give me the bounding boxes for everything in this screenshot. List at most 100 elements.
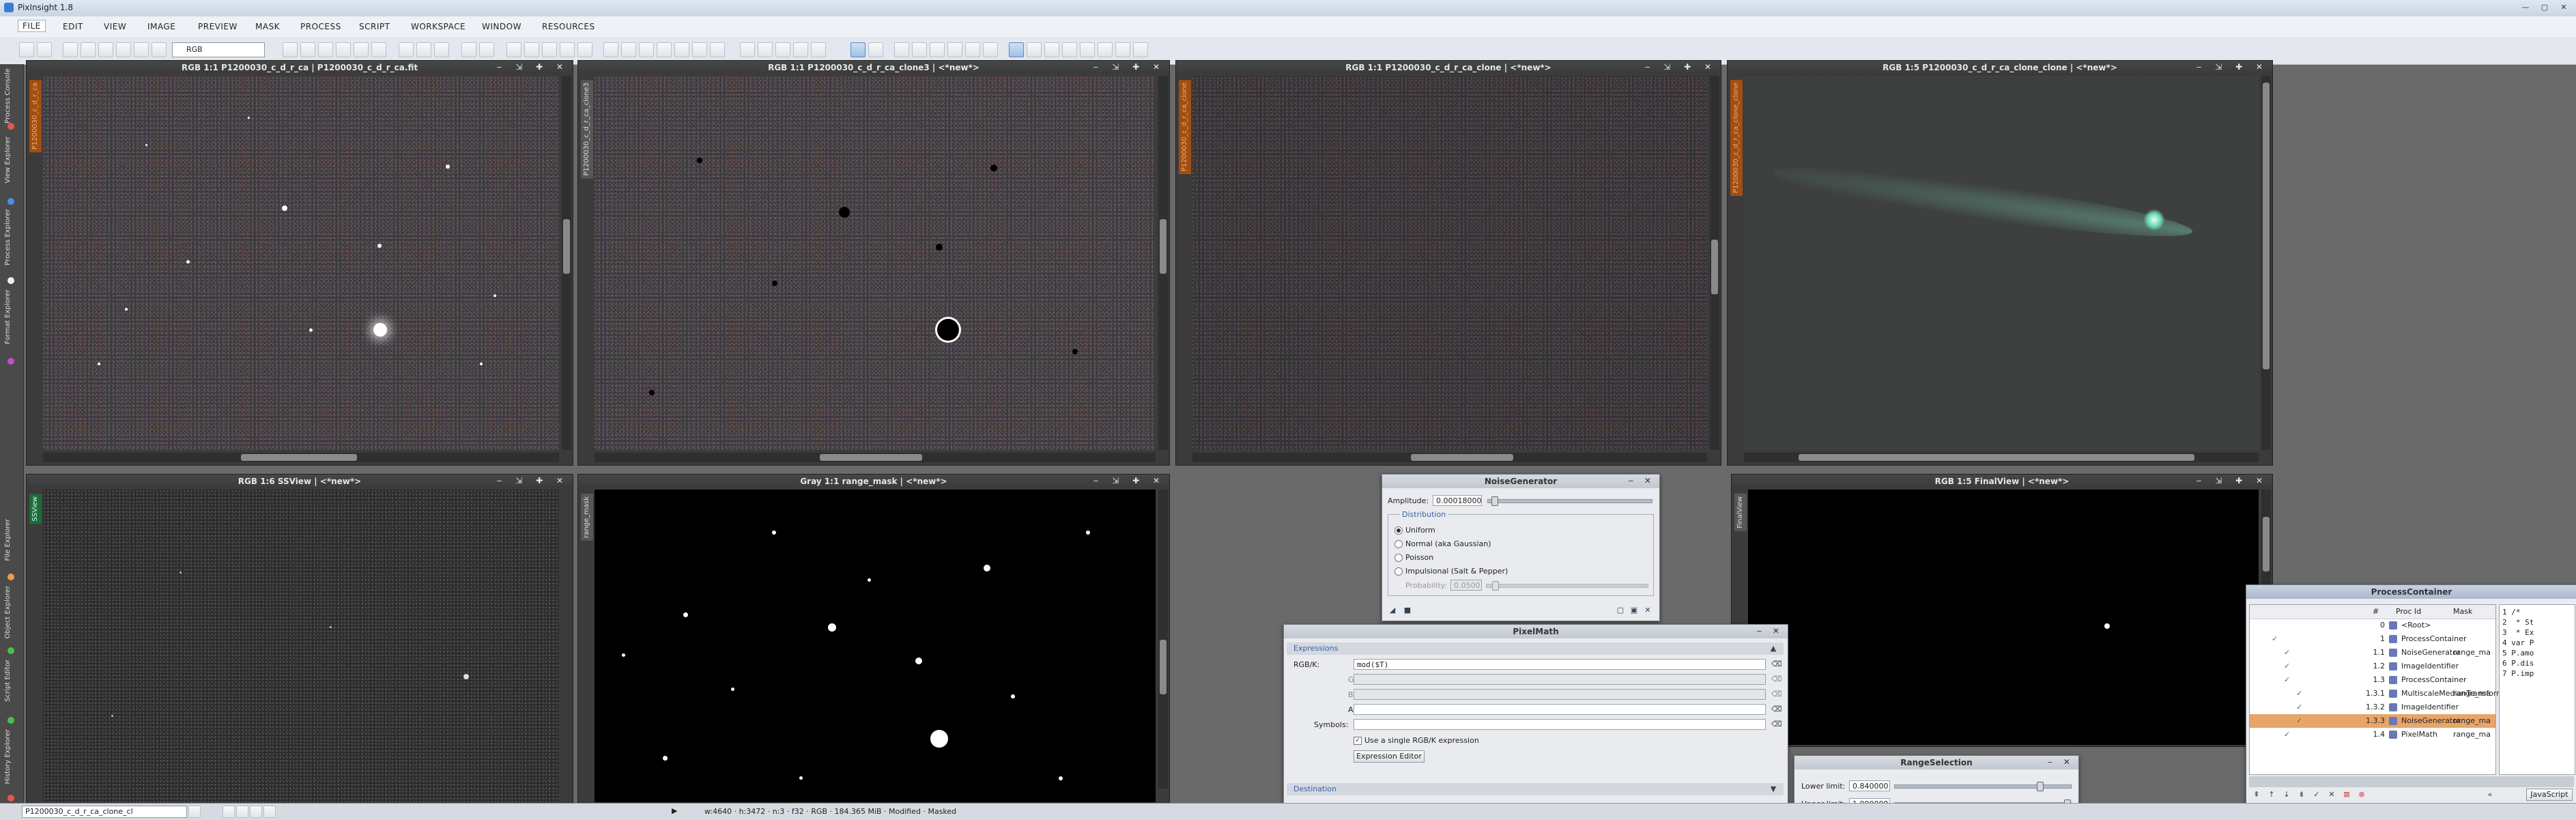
horizontal-scrollbar[interactable] — [1192, 453, 1707, 462]
status-button[interactable] — [188, 806, 201, 818]
view-tab[interactable]: SSView — [29, 494, 42, 524]
toolbar-button[interactable] — [506, 42, 521, 57]
lower-limit-slider[interactable] — [1894, 782, 2072, 791]
zoom-1-1-icon[interactable] — [336, 42, 351, 57]
probability-field[interactable]: 0.0500 — [1450, 580, 1482, 591]
window-controls[interactable]: ‒ ⇲ ✚ ✕ — [497, 476, 569, 485]
tab-process-explorer[interactable]: Process Explorer — [4, 209, 18, 266]
toolbar-button[interactable] — [947, 42, 962, 57]
tree-row[interactable]: ✓ 1.3.3 NoiseGenerator range_ma — [2250, 714, 2495, 728]
new-instance-icon[interactable]: ◢ — [1388, 606, 1397, 615]
preview-icon[interactable]: ▢ — [1616, 606, 1625, 615]
reset-icon[interactable]: ✕ — [1643, 606, 1652, 615]
status-button[interactable] — [250, 806, 262, 818]
view-tab[interactable]: range_mask — [581, 494, 593, 541]
toolbar-button[interactable] — [983, 42, 998, 57]
toolbar-button[interactable] — [1115, 42, 1130, 57]
menu-file[interactable]: FILE — [18, 20, 46, 32]
toolbar-button[interactable] — [1027, 42, 1042, 57]
vertical-scrollbar[interactable] — [2261, 76, 2271, 450]
clear-a-icon[interactable]: ⌫ — [1771, 705, 1782, 714]
toolbar-button[interactable] — [894, 42, 909, 57]
tree-row[interactable]: ✓ 1.1 NoiseGenerator range_ma — [2250, 646, 2495, 660]
undo-icon[interactable] — [19, 42, 34, 57]
image-canvas[interactable] — [1744, 76, 2259, 450]
b-expression-field[interactable] — [1354, 689, 1766, 700]
rgbk-expression-field[interactable]: mod($T) — [1354, 659, 1766, 670]
image-window[interactable]: RGB 1:1 P1200030_c_d_r_ca | P1200030_c_d… — [26, 60, 573, 466]
toolbar-button[interactable] — [116, 42, 131, 57]
toolbar-button[interactable] — [63, 42, 78, 57]
delete-icon[interactable]: ✕ — [2327, 790, 2336, 800]
image-canvas[interactable] — [43, 76, 559, 450]
menu-script[interactable]: SCRIPT — [359, 22, 390, 31]
toolbar-button[interactable] — [1080, 42, 1095, 57]
vertical-scrollbar[interactable] — [1710, 76, 1719, 450]
menu-image[interactable]: IMAGE — [147, 22, 175, 31]
tree-row[interactable]: ✓ 1.4 PixelMath range_ma — [2250, 728, 2495, 741]
enable-icon[interactable]: ✓ — [2312, 790, 2321, 800]
play-icon[interactable]: ▶ — [672, 806, 677, 815]
window-controls[interactable]: ‒ ⇲ ✚ ✕ — [2196, 62, 2268, 72]
vertical-scrollbar[interactable] — [1158, 76, 1168, 450]
enabled-check-icon[interactable]: ✓ — [2272, 632, 2278, 646]
image-canvas[interactable] — [43, 490, 559, 802]
tab-process-console[interactable]: Process Console — [4, 68, 18, 124]
remove-icon[interactable]: ⊗ — [2357, 790, 2366, 800]
tree-row[interactable]: ✓ 1.3 ProcessContainer — [2250, 673, 2495, 687]
vertical-scrollbar[interactable] — [562, 76, 571, 450]
image-canvas[interactable] — [595, 76, 1156, 450]
toolbar-button[interactable] — [758, 42, 773, 57]
toolbar-button[interactable] — [710, 42, 725, 57]
tree-row[interactable]: ✓ 1.3.1 MultiscaleMedianTransform range_ma — [2250, 687, 2504, 701]
image-window[interactable]: RGB 1:6 SSView | <*new*> ‒ ⇲ ✚ ✕ SSView — [26, 474, 573, 804]
down-icon[interactable]: ↓ — [2282, 790, 2291, 800]
amplitude-slider[interactable] — [1487, 496, 1652, 506]
toolbar-button[interactable] — [793, 42, 808, 57]
minimize-button[interactable]: — — [2519, 2, 2532, 13]
channel-select[interactable]: RGB — [172, 42, 265, 57]
poisson-radio[interactable] — [1394, 554, 1403, 562]
menu-preview[interactable]: PREVIEW — [198, 22, 238, 31]
status-button[interactable] — [236, 806, 248, 818]
clear-g-icon[interactable]: ⌫ — [1771, 675, 1782, 684]
toolbar-button[interactable] — [775, 42, 790, 57]
enabled-check-icon[interactable]: ✓ — [2296, 687, 2302, 701]
toolbar-button[interactable] — [577, 42, 592, 57]
toolbar-button[interactable] — [1133, 42, 1148, 57]
amplitude-field[interactable]: 0.00018000 — [1433, 495, 1482, 506]
view-tab[interactable]: FinalView — [1734, 494, 1747, 531]
toolbar-button[interactable] — [479, 42, 494, 57]
g-expression-field[interactable] — [1354, 674, 1766, 685]
move-down-icon[interactable]: ⇟ — [2297, 790, 2306, 800]
view-tab[interactable]: P1200030_c_d_r_ca — [29, 80, 42, 153]
apply-icon[interactable]: ■ — [1403, 606, 1412, 615]
impulsional-radio[interactable] — [1394, 567, 1403, 576]
close-button[interactable]: ✕ — [2557, 2, 2571, 13]
image-canvas[interactable] — [1748, 490, 2259, 745]
a-expression-field[interactable] — [1354, 704, 1766, 715]
move-up-icon[interactable]: ⇞ — [2252, 790, 2261, 800]
up-icon[interactable]: ↑ — [2267, 790, 2276, 800]
probability-slider[interactable] — [1486, 581, 1648, 591]
enabled-check-icon[interactable]: ✓ — [2296, 701, 2302, 714]
toolbar-button[interactable] — [1098, 42, 1113, 57]
menu-edit[interactable]: EDIT — [63, 22, 83, 31]
window-controls[interactable]: ‒ ⇲ ✚ ✕ — [1645, 62, 1717, 72]
toolbar-button[interactable] — [1044, 42, 1059, 57]
toolbar-button[interactable] — [868, 42, 883, 57]
toolbar-button[interactable] — [416, 42, 431, 57]
pan-mode-icon[interactable] — [1009, 42, 1024, 57]
window-controls[interactable]: ‒ ⇲ ✚ ✕ — [497, 62, 569, 72]
vertical-scrollbar[interactable] — [1158, 490, 1168, 789]
menu-process[interactable]: PROCESS — [300, 22, 341, 31]
toolbar-button[interactable] — [98, 42, 113, 57]
toolbar-button[interactable] — [560, 42, 575, 57]
enabled-check-icon[interactable]: ✓ — [2284, 646, 2290, 660]
toolbar-button[interactable] — [657, 42, 672, 57]
menu-workspace[interactable]: WORKSPACE — [411, 22, 466, 31]
collapse-icon[interactable]: ▲ — [1769, 644, 1778, 653]
javascript-button[interactable]: JavaScript — [2526, 789, 2573, 801]
enabled-check-icon[interactable]: ✓ — [2284, 728, 2290, 741]
tab-object-explorer[interactable]: Object Explorer — [4, 586, 18, 638]
